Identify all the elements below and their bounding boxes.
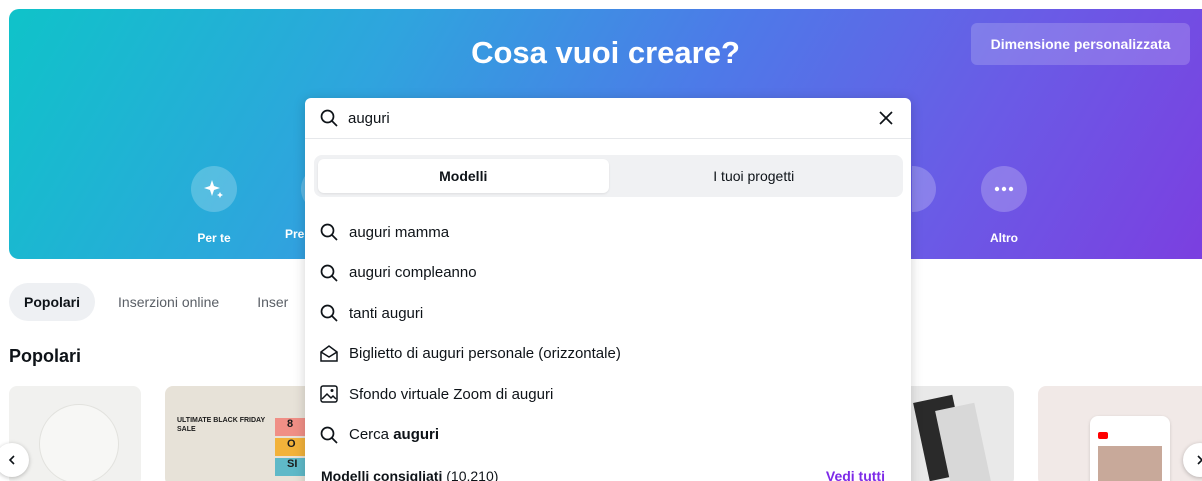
search-for-query[interactable]: Cerca auguri xyxy=(305,415,911,456)
image-icon xyxy=(319,384,339,404)
search-icon xyxy=(319,222,339,242)
card-thumbnail xyxy=(39,404,119,481)
suggestion-text: auguri compleanno xyxy=(349,264,477,282)
suggestion-text: tanti auguri xyxy=(349,304,424,322)
category-label: Per te xyxy=(197,231,231,245)
chevron-right-icon xyxy=(1197,455,1202,465)
chevron-left-icon xyxy=(8,455,15,465)
card-poster-text: ULTIMATE BLACK FRIDAY SALE xyxy=(177,417,266,433)
category-for-you[interactable]: Per te xyxy=(179,166,249,245)
category-more[interactable]: Altro xyxy=(969,166,1039,245)
youtube-icon xyxy=(1098,432,1108,439)
chip-partial[interactable]: Inser xyxy=(242,283,303,321)
chip-online-ads[interactable]: Inserzioni online xyxy=(103,283,234,321)
card-thumbnail xyxy=(1090,416,1170,481)
chip-popular[interactable]: Popolari xyxy=(9,283,96,321)
suggestion-text: Sfondo virtuale Zoom di auguri xyxy=(349,385,554,403)
tab-your-projects[interactable]: I tuoi progetti xyxy=(609,159,900,193)
search-input[interactable] xyxy=(348,109,874,127)
template-card[interactable] xyxy=(9,386,141,481)
suggestion-list: auguri mamma auguri compleanno tanti aug… xyxy=(305,212,911,455)
template-card[interactable]: ULTIMATE BLACK FRIDAY SALE 8 O SI xyxy=(165,386,315,481)
close-icon xyxy=(879,111,893,125)
search-icon xyxy=(319,303,339,323)
card-image xyxy=(1098,446,1162,481)
category-partial-icon[interactable] xyxy=(912,166,936,212)
search-icon xyxy=(319,108,339,128)
card-envelope-icon xyxy=(319,344,339,364)
search-query-bold: auguri xyxy=(393,426,440,444)
recommended-title: Modelli consigliati xyxy=(321,468,443,481)
suggestion-text: auguri mamma xyxy=(349,223,450,241)
category-label: Altro xyxy=(990,231,1018,245)
search-dropdown: Modelli I tuoi progetti auguri mamma aug… xyxy=(305,98,911,481)
suggestion-item[interactable]: auguri mamma xyxy=(305,212,911,253)
see-all-link[interactable]: Vedi tutti xyxy=(826,468,885,481)
suggestion-text: Biglietto di auguri personale (orizzonta… xyxy=(349,345,621,363)
clear-search-button[interactable] xyxy=(874,106,898,130)
sparkle-icon xyxy=(191,166,237,212)
suggestion-item[interactable]: Biglietto di auguri personale (orizzonta… xyxy=(305,334,911,375)
category-partial-label[interactable]: Pre xyxy=(285,227,304,241)
search-bar xyxy=(305,98,911,139)
search-prefix: Cerca xyxy=(349,426,394,444)
search-icon xyxy=(319,263,339,283)
suggestion-item[interactable]: auguri compleanno xyxy=(305,253,911,294)
custom-size-button[interactable]: Dimensione personalizzata xyxy=(971,23,1190,65)
recommended-header: Modelli consigliati (10.210) Vedi tutti xyxy=(321,468,885,481)
tab-templates[interactable]: Modelli xyxy=(318,159,609,193)
recommended-title-group: Modelli consigliati (10.210) xyxy=(321,468,498,481)
filter-chips: Popolari Inserzioni online Inser xyxy=(9,283,303,321)
section-title: Popolari xyxy=(9,346,82,366)
more-dots-icon xyxy=(981,166,1027,212)
template-card[interactable] xyxy=(893,386,1014,481)
template-card[interactable] xyxy=(1038,386,1202,481)
suggestion-item[interactable]: tanti auguri xyxy=(305,293,911,334)
search-scope-tabs: Modelli I tuoi progetti xyxy=(314,155,903,197)
suggestion-item[interactable]: Sfondo virtuale Zoom di auguri xyxy=(305,374,911,415)
search-icon xyxy=(319,425,339,445)
recommended-count: (10.210) xyxy=(446,468,499,481)
